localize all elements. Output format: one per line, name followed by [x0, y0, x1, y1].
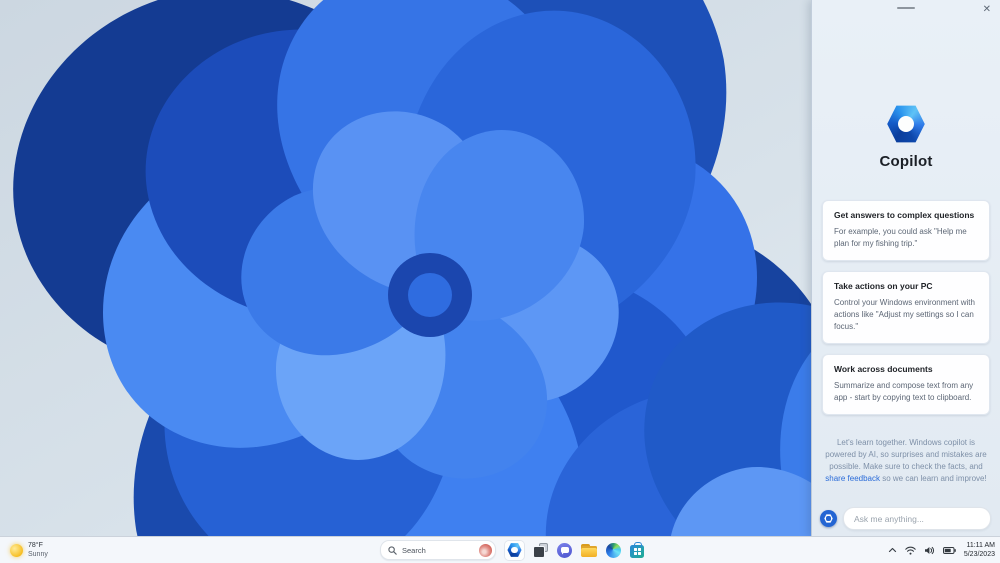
- copilot-taskbar-icon: [507, 543, 522, 557]
- copilot-logo-icon: [887, 105, 925, 143]
- taskbar-copilot-button[interactable]: [505, 540, 524, 560]
- weather-condition: Sunny: [28, 551, 48, 558]
- close-icon[interactable]: ✕: [979, 1, 995, 19]
- tray-date: 5/23/2023: [963, 551, 995, 558]
- drag-handle[interactable]: [897, 7, 915, 9]
- microsoft-store-button[interactable]: [630, 541, 644, 558]
- suggestion-card-answers[interactable]: Get answers to complex questions For exa…: [822, 200, 990, 261]
- suggestion-cards: Get answers to complex questions For exa…: [822, 200, 990, 415]
- wifi-icon[interactable]: [905, 546, 916, 555]
- card-body: Summarize and compose text from any app …: [834, 381, 974, 402]
- card-body: For example, you could ask "Help me plan…: [834, 227, 967, 248]
- sun-icon: [10, 543, 23, 557]
- weather-temperature: 78°F: [28, 541, 43, 549]
- chat-button[interactable]: [557, 542, 572, 558]
- disclaimer-after: so we can learn and improve!: [882, 474, 987, 483]
- clock-widget[interactable]: 11:11 AM 5/23/2023: [964, 541, 995, 560]
- edge-browser-button[interactable]: [606, 542, 621, 558]
- desktop: ✕ Copilot Get answers to complex questio…: [0, 0, 1000, 563]
- ask-input[interactable]: [843, 507, 991, 530]
- task-view-button[interactable]: [533, 542, 548, 558]
- tray-time: 11:11 AM: [966, 541, 995, 549]
- search-icon: [388, 545, 397, 555]
- tray-chevron-up-icon[interactable]: [888, 547, 897, 553]
- start-button[interactable]: [356, 543, 371, 558]
- chat-input-row: [820, 507, 991, 530]
- search-highlight-icon[interactable]: [479, 543, 492, 557]
- share-feedback-link[interactable]: share feedback: [825, 474, 880, 483]
- card-title: Work across documents: [834, 364, 933, 374]
- weather-widget[interactable]: 78°F Sunny: [6, 537, 52, 563]
- suggestion-card-documents[interactable]: Work across documents Summarize and comp…: [822, 354, 990, 415]
- disclaimer-before: Let's learn together. Windows copilot is…: [825, 438, 987, 471]
- card-body: Control your Windows environment with ac…: [834, 298, 975, 331]
- file-explorer-button[interactable]: [581, 543, 597, 557]
- copilot-title: Copilot: [879, 153, 933, 170]
- search-box[interactable]: Search: [380, 540, 496, 560]
- search-label: Search: [402, 545, 426, 555]
- taskbar: 78°F Sunny Search 11:11 AM 5/23/2023: [0, 536, 1000, 563]
- card-title: Get answers to complex questions: [834, 210, 975, 220]
- copilot-badge-icon: [820, 510, 837, 527]
- disclaimer-text: Let's learn together. Windows copilot is…: [824, 437, 988, 485]
- battery-icon[interactable]: [942, 546, 956, 554]
- copilot-sidebar: ✕ Copilot Get answers to complex questio…: [811, 0, 1000, 537]
- volume-icon[interactable]: [924, 546, 935, 555]
- suggestion-card-actions[interactable]: Take actions on your PC Control your Win…: [822, 271, 990, 344]
- card-title: Take actions on your PC: [834, 281, 933, 291]
